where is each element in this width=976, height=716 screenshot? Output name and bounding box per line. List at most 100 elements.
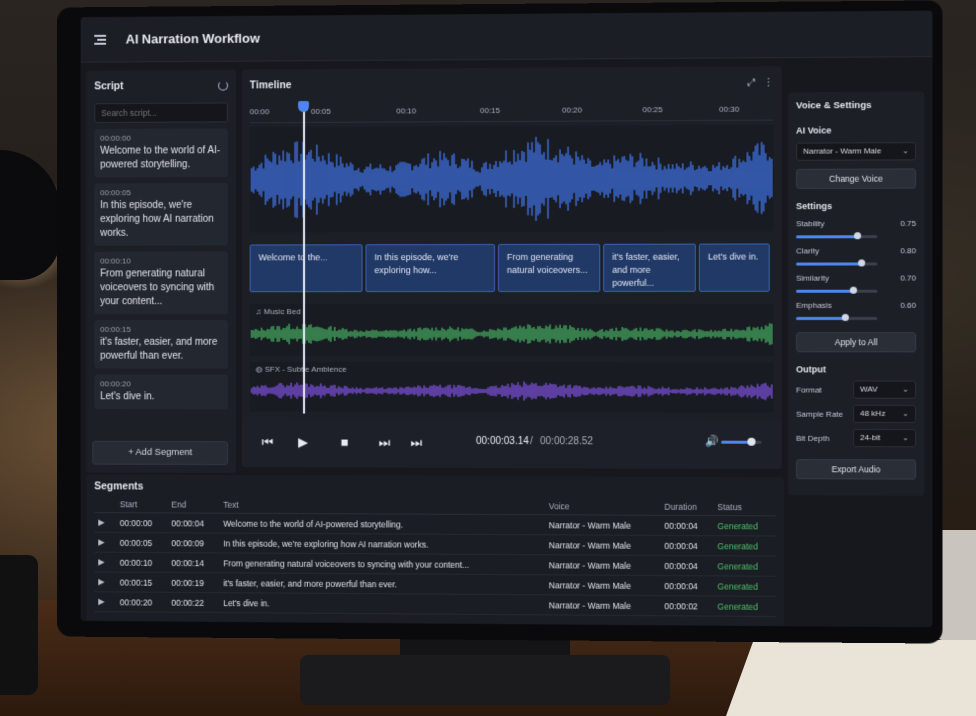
bit-depth-select[interactable]: 24-bit ⌄ <box>852 428 917 448</box>
table-cell: 00:00:04 <box>167 512 220 534</box>
script-item[interactable]: 00:00:05 In this episode, we're explorin… <box>94 182 228 246</box>
chevron-down-icon: ⌄ <box>902 408 909 418</box>
voice-select[interactable]: Narrator - Warm Male ⌄ <box>796 142 917 161</box>
script-item-time: 00:00:05 <box>100 188 131 198</box>
slider-track[interactable] <box>796 259 878 267</box>
time-separator: / <box>530 436 533 448</box>
playhead[interactable] <box>303 103 305 414</box>
column-header[interactable]: Status <box>713 498 776 516</box>
format-select[interactable]: WAV ⌄ <box>852 380 917 399</box>
table-row[interactable]: ▶ 00:00:20 00:00:22 Let's dive in. Narrator … <box>94 591 776 617</box>
script-item-text: In this episode, we're exploring how AI … <box>100 199 214 239</box>
sample-rate-select[interactable]: 48 kHz ⌄ <box>852 404 917 424</box>
script-item-time: 00:00:20 <box>100 379 131 389</box>
refresh-icon[interactable] <box>218 80 228 91</box>
voice-waveform <box>250 125 774 233</box>
voice-settings-panel: Voice & Settings AI Voice Narrator - War… <box>787 91 925 496</box>
playhead-handle[interactable] <box>298 101 309 113</box>
script-item[interactable]: 00:00:10 From generating natural voiceov… <box>94 251 228 315</box>
table-cell: Generated <box>713 555 776 577</box>
slider-knob[interactable] <box>853 232 862 240</box>
slider-knob[interactable] <box>858 259 866 267</box>
ruler-tick: 00:15 <box>480 105 501 116</box>
total-time: 00:00:28.52 <box>540 436 594 448</box>
slider-knob[interactable] <box>841 313 849 321</box>
voice-track[interactable] <box>250 124 774 233</box>
clip[interactable]: In this episode, we're exploring how... <box>365 244 495 293</box>
format-label: Format <box>796 384 822 395</box>
timeline-title: Timeline <box>249 79 292 92</box>
skip-forward-icon[interactable]: ⏭ <box>404 431 428 455</box>
slider-label: Emphasis <box>796 300 832 310</box>
ruler-tick: 00:25 <box>642 105 663 115</box>
table-cell: Narrator - Warm Male <box>544 554 661 576</box>
table-cell: 00:00:22 <box>167 592 220 613</box>
time-ruler[interactable]: 00:00 00:05 00:10 00:15 00:20 00:25 00:3… <box>249 100 774 124</box>
column-header[interactable]: Duration <box>660 498 714 516</box>
play-row-icon[interactable]: ▶ <box>94 571 116 592</box>
slider-value: 0.70 <box>900 273 917 283</box>
column-header[interactable]: Voice <box>544 498 661 516</box>
column-header[interactable]: Start <box>115 496 168 513</box>
apply-to-all-button[interactable]: Apply to All <box>796 332 917 353</box>
table-cell: Narrator - Warm Male <box>544 514 661 536</box>
chevron-down-icon: ⌄ <box>902 384 909 394</box>
change-voice-button[interactable]: Change Voice <box>796 168 917 190</box>
music-track[interactable]: ♫ Music Bed <box>250 303 774 357</box>
play-row-icon[interactable]: ▶ <box>94 552 116 573</box>
step-forward-icon[interactable]: ⏭ <box>372 431 396 455</box>
slider-knob[interactable] <box>849 286 858 294</box>
add-segment-button[interactable]: + Add Segment <box>92 440 228 466</box>
stop-icon[interactable]: ■ <box>333 431 357 455</box>
table-cell: 00:00:14 <box>167 552 220 573</box>
table-cell: it's faster, easier, and more powerful t… <box>219 572 545 595</box>
search-input[interactable] <box>94 102 228 124</box>
play-row-icon[interactable]: ▶ <box>94 512 116 533</box>
ruler-tick: 00:10 <box>396 106 417 116</box>
slider-track[interactable] <box>796 232 878 240</box>
play-row-icon[interactable]: ▶ <box>94 591 116 612</box>
clip[interactable]: it's faster, easier, and more powerful..… <box>603 243 696 292</box>
column-header[interactable]: Text <box>219 496 545 515</box>
settings-panel-title: Voice & Settings <box>796 99 872 112</box>
volume-slider[interactable] <box>721 437 762 446</box>
play-icon[interactable]: ▶ <box>291 430 315 454</box>
clip[interactable]: From generating natural voiceovers... <box>497 243 601 292</box>
sfx-track[interactable]: ◍ SFX - Subtle Ambience <box>250 361 774 413</box>
play-row-icon[interactable]: ▶ <box>94 532 116 553</box>
slider-row-stability: Stability 0.75 <box>796 219 916 240</box>
table-cell: 00:00:04 <box>660 575 714 596</box>
script-item[interactable]: 00:00:15 it's faster, easier, and more p… <box>94 320 228 369</box>
chevron-down-icon: ⌄ <box>902 433 909 443</box>
clip[interactable]: Welcome to the... <box>249 244 363 293</box>
table-cell: 00:00:15 <box>115 572 168 593</box>
wave-voice-path <box>252 136 772 222</box>
slider-fill <box>796 316 845 320</box>
menu-icon[interactable] <box>94 33 110 45</box>
skip-back-icon[interactable]: ⏮ <box>256 430 280 454</box>
expand-icon[interactable]: ⤢ <box>747 77 755 88</box>
table-cell: 00:00:00 <box>115 512 168 533</box>
slider-track[interactable] <box>796 286 878 294</box>
table-cell: 00:00:20 <box>115 591 168 613</box>
script-item[interactable]: 00:00:20 Let's dive in. <box>94 374 228 410</box>
bit-depth-value: 24-bit <box>860 433 881 443</box>
table-cell: Generated <box>713 535 776 557</box>
slider-row-emphasis: Emphasis 0.60 <box>796 300 916 321</box>
export-audio-button[interactable]: Export Audio <box>796 459 917 480</box>
table-cell: 00:00:04 <box>660 555 714 576</box>
format-value: WAV <box>860 384 878 394</box>
clip[interactable]: Let's dive in. <box>698 243 770 292</box>
voice-select-value: Narrator - Warm Male <box>803 146 882 156</box>
clip-row: Welcome to the... In this episode, we're… <box>249 243 774 293</box>
volume-knob[interactable] <box>747 437 756 446</box>
wave-music-path <box>252 323 772 345</box>
more-options-icon[interactable]: ⋮ <box>764 77 774 88</box>
volume-icon[interactable]: 🔊 <box>705 435 719 448</box>
music-waveform <box>250 304 774 356</box>
script-item[interactable]: 00:00:00 Welcome to the world of AI-powe… <box>94 128 228 178</box>
column-header[interactable]: End <box>167 496 220 514</box>
table-cell: Generated <box>713 575 776 597</box>
script-item-text: From generating natural voiceovers to sy… <box>100 268 215 308</box>
slider-track[interactable] <box>796 313 878 321</box>
